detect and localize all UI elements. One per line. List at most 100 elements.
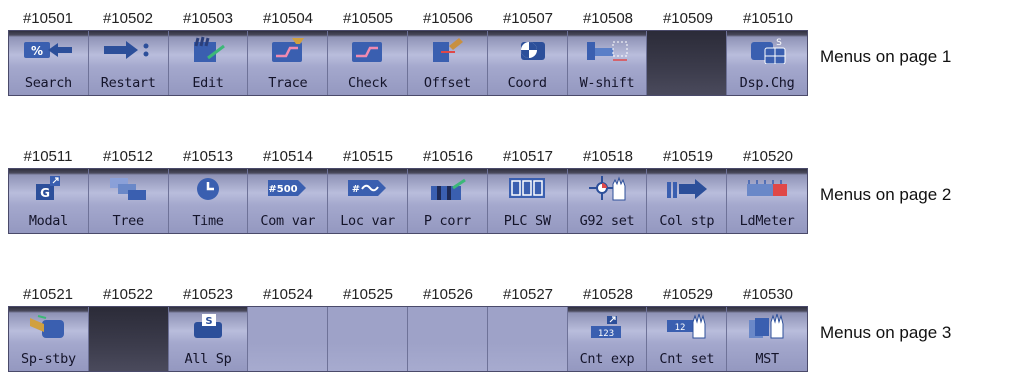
common-variable-icon: #500 (248, 173, 327, 203)
menu-id: #10506 (422, 10, 474, 27)
page-2-caption: Menus on page 2 (820, 185, 952, 204)
menu-page-1: #10501 #10502 #10503 #10504 #10505 #1050… (8, 8, 808, 96)
empty-menu-key (248, 307, 329, 371)
check-label: Check (348, 75, 388, 91)
coord-menu-key[interactable]: Coord (488, 31, 568, 95)
edit-icon (169, 35, 248, 65)
counter-expand-icon: 123 (568, 311, 647, 341)
local-variable-icon: # (328, 173, 407, 203)
spindle-standby-menu-key[interactable]: Sp-stby (9, 307, 89, 371)
menu-id: #10523 (182, 286, 234, 303)
menu-id: #10529 (662, 286, 714, 303)
display-change-menu-key[interactable]: S Dsp.Chg (727, 31, 807, 95)
menu-id: #10516 (422, 148, 474, 165)
tree-label: Tree (112, 213, 145, 229)
display-change-icon: S (727, 35, 807, 65)
menu-page-2: #10511 #10512 #10513 #10514 #10515 #1051… (8, 146, 808, 234)
all-spindle-label: All Sp (184, 351, 232, 367)
g92-set-menu-key[interactable]: G92 set (568, 169, 648, 233)
collation-stop-menu-key[interactable]: Col stp (647, 169, 728, 233)
menu-id: #10503 (182, 10, 234, 27)
menu-id: #10525 (342, 286, 394, 303)
p-correction-label: P corr (423, 213, 471, 229)
mst-menu-key[interactable]: MST (727, 307, 807, 371)
restart-label: Restart (100, 75, 156, 91)
spindle-standby-icon (9, 311, 88, 341)
menu-id-row: #10511 #10512 #10513 #10514 #10515 #1051… (8, 146, 808, 168)
common-variable-label: Com var (260, 213, 316, 229)
menu-bar: % Search Restart Edit Trace Check Offset… (8, 30, 808, 96)
load-meter-menu-key[interactable]: LdMeter (727, 169, 807, 233)
all-spindle-menu-key[interactable]: S All Sp (169, 307, 249, 371)
spindle-standby-label: Sp-stby (21, 351, 76, 367)
load-meter-label: LdMeter (739, 213, 795, 229)
page-1-caption: Menus on page 1 (820, 47, 952, 66)
menu-id: #10522 (102, 286, 154, 303)
modal-icon: G (9, 173, 88, 203)
restart-menu-key[interactable]: Restart (89, 31, 169, 95)
offset-menu-key[interactable]: Offset (408, 31, 488, 95)
tree-menu-key[interactable]: Tree (89, 169, 169, 233)
menu-id: #10510 (742, 10, 794, 27)
svg-text:S: S (776, 38, 782, 48)
plc-switch-label: PLC SW (503, 213, 551, 229)
common-variable-menu-key[interactable]: #500 Com var (248, 169, 329, 233)
check-icon (328, 35, 407, 65)
menu-id: #10515 (342, 148, 394, 165)
counter-expand-menu-key[interactable]: 123 Cnt exp (568, 307, 648, 371)
search-menu-key[interactable]: % Search (9, 31, 89, 95)
menu-id: #10527 (502, 286, 554, 303)
page-3-caption: Menus on page 3 (820, 323, 952, 342)
menu-id: #10507 (502, 10, 554, 27)
menu-id: #10501 (22, 10, 74, 27)
menu-id: #10508 (582, 10, 634, 27)
menu-id: #10504 (262, 10, 314, 27)
counter-expand-label: Cnt exp (579, 351, 635, 367)
p-correction-menu-key[interactable]: P corr (408, 169, 488, 233)
menu-id: #10509 (662, 10, 714, 27)
empty-menu-key (328, 307, 408, 371)
trace-menu-key[interactable]: Trace (248, 31, 329, 95)
local-variable-label: Loc var (340, 213, 395, 229)
menu-id-row: #10501 #10502 #10503 #10504 #10505 #1050… (8, 8, 808, 30)
menu-page-3: #10521 #10522 #10523 #10524 #10525 #1052… (8, 284, 808, 372)
counter-set-menu-key[interactable]: 12 Cnt set (647, 307, 728, 371)
counter-set-icon: 12 (647, 311, 726, 341)
g92-set-label: G92 set (579, 213, 635, 229)
plc-switch-menu-key[interactable]: PLC SW (488, 169, 568, 233)
tree-icon (89, 173, 168, 203)
menu-bar: Sp-stby S All Sp 123 Cnt exp 12 Cnt set … (8, 306, 808, 372)
counter-set-label: Cnt set (659, 351, 715, 367)
w-shift-icon (568, 35, 647, 65)
modal-menu-key[interactable]: G Modal (9, 169, 89, 233)
menu-id: #10519 (662, 148, 714, 165)
w-shift-menu-key[interactable]: W-shift (568, 31, 648, 95)
time-label: Time (192, 213, 224, 229)
time-menu-key[interactable]: Time (169, 169, 249, 233)
offset-icon (408, 35, 487, 65)
empty-menu-key (487, 307, 568, 371)
trace-icon (248, 35, 327, 65)
restart-icon (89, 35, 168, 65)
coord-label: Coord (507, 75, 547, 91)
coord-icon (488, 35, 567, 65)
svg-text:%: % (31, 44, 43, 58)
mst-label: MST (755, 351, 779, 367)
edit-menu-key[interactable]: Edit (169, 31, 249, 95)
menu-id: #10517 (502, 148, 554, 165)
load-meter-icon (727, 173, 807, 203)
empty-menu-key (88, 307, 169, 371)
menu-id: #10524 (262, 286, 314, 303)
check-menu-key[interactable]: Check (328, 31, 408, 95)
menu-id: #10518 (582, 148, 634, 165)
time-icon (169, 173, 248, 203)
empty-menu-key (407, 307, 488, 371)
mst-icon (727, 311, 807, 341)
menu-id: #10521 (22, 286, 74, 303)
modal-label: Modal (28, 213, 68, 229)
local-variable-icon-text: # (351, 184, 359, 195)
local-variable-menu-key[interactable]: # Loc var (328, 169, 408, 233)
collation-stop-label: Col stp (659, 213, 715, 229)
offset-label: Offset (423, 75, 471, 91)
menu-id: #10512 (102, 148, 154, 165)
